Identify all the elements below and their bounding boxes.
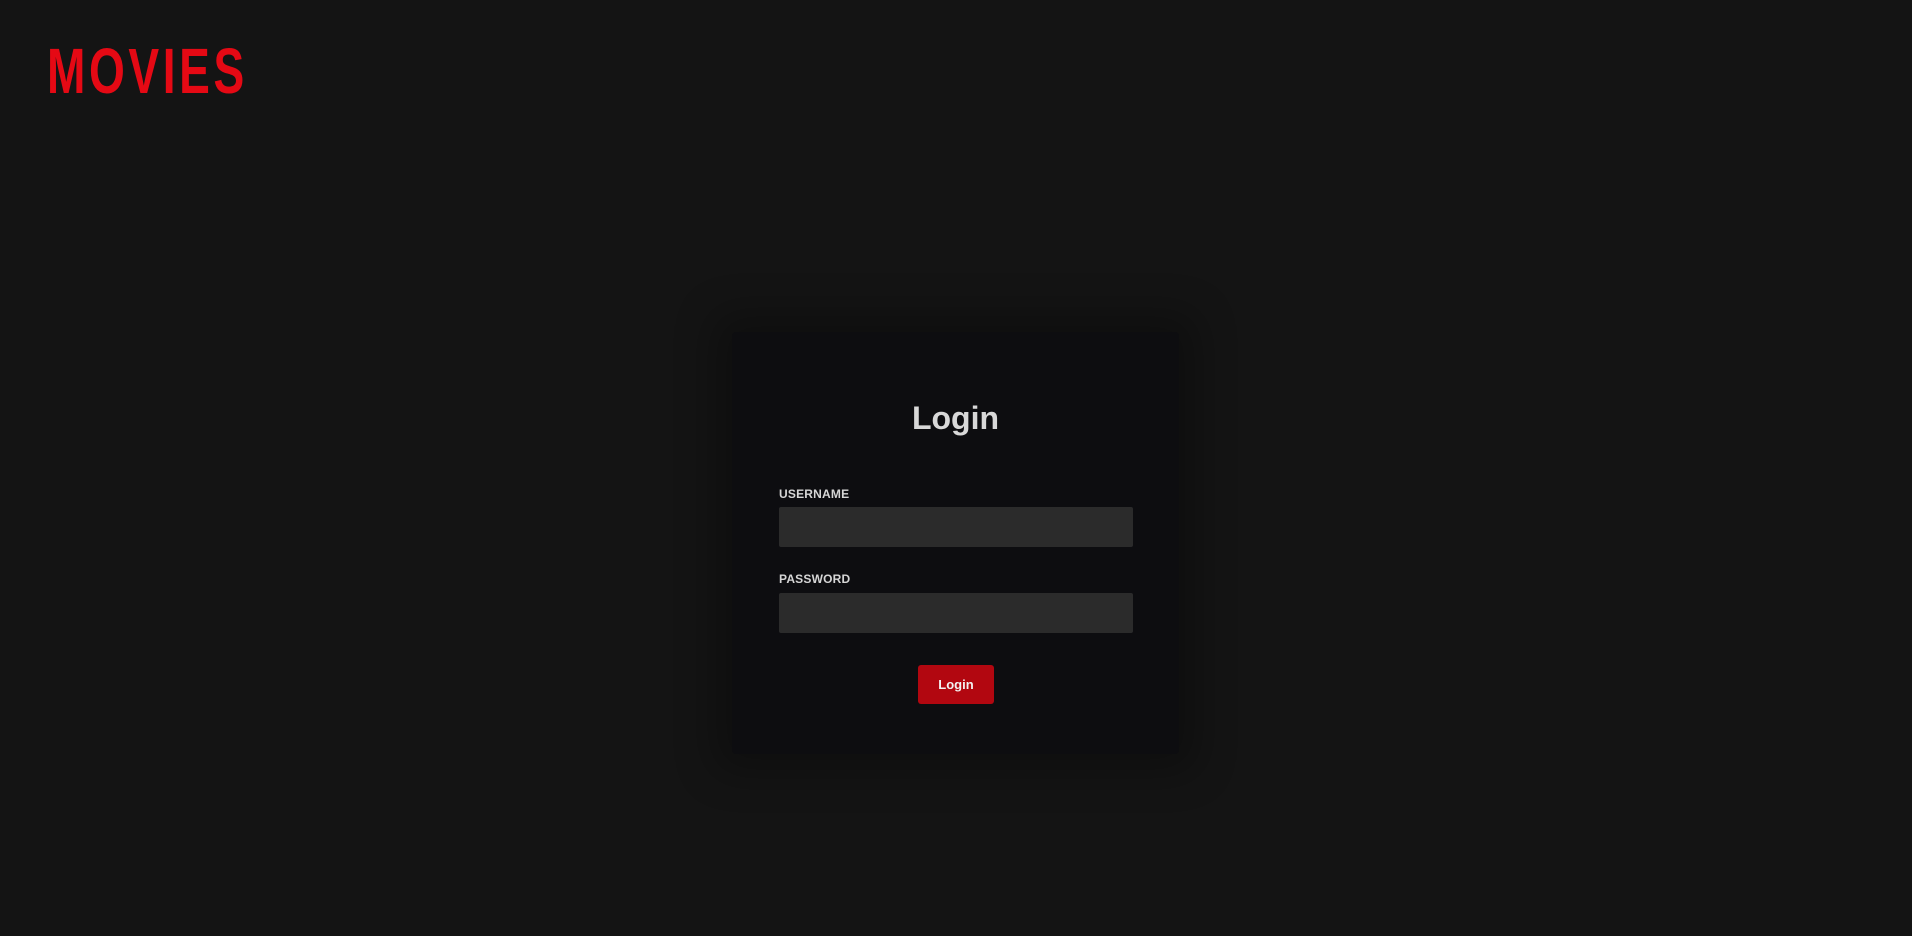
- username-label: USERNAME: [779, 487, 850, 501]
- password-label: PASSWORD: [779, 572, 851, 586]
- login-page: MOVIES Login USERNAME PASSWORD Login: [0, 0, 1912, 936]
- movies-logo[interactable]: MOVIES: [47, 39, 248, 103]
- password-input[interactable]: [779, 593, 1133, 633]
- login-title: Login: [911, 400, 1000, 436]
- login-button[interactable]: Login: [918, 665, 994, 704]
- login-card: Login USERNAME PASSWORD Login: [732, 332, 1179, 754]
- username-input[interactable]: [779, 507, 1133, 547]
